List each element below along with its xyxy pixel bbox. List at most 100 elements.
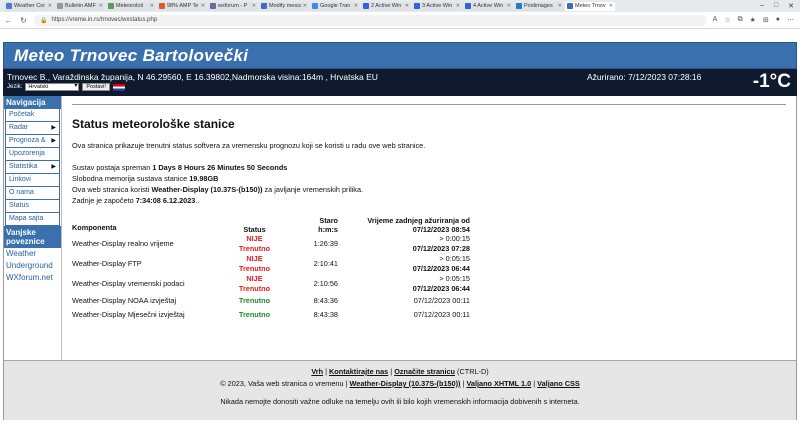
uptime-line: Sustav postaja spreman 1 Days 8 Hours 26…	[72, 163, 288, 172]
sidebar-item[interactable]: Status	[5, 200, 60, 213]
site-banner: Meteo Trnovec Bartolovečki	[3, 42, 797, 69]
component-last-update: > 0:00:15 07/12/2023 07:28	[412, 234, 470, 253]
favorite-star-icon[interactable]: ☆	[724, 16, 730, 24]
footer-wd-link[interactable]: Weather-Display (10.37S-(b150))	[350, 379, 461, 388]
lock-icon: 🔒	[40, 17, 48, 24]
footer-top-link[interactable]: Vrh	[311, 367, 323, 376]
reload-icon[interactable]: ↻	[19, 16, 28, 25]
page-title: Status meteorološke stanice	[72, 117, 235, 131]
tab-close-icon[interactable]: ✕	[201, 3, 205, 9]
browser-tab[interactable]: Meteorološ ✕	[106, 1, 156, 11]
sidebar-item-label: Linkovi	[9, 176, 31, 183]
sidebar-item[interactable]: Mapa sajta	[5, 213, 60, 226]
component-last-update: 07/12/2023 00:11	[413, 296, 470, 305]
tab-close-icon[interactable]: ✕	[99, 3, 103, 9]
read-aloud-icon[interactable]: A	[713, 16, 718, 24]
tab-close-icon[interactable]: ✕	[456, 3, 460, 9]
table-row: Weather-Display NOAA izvještaj Trenutno 8:…	[72, 294, 470, 308]
back-icon[interactable]: ←	[4, 16, 13, 25]
started-line: Zadnje je započeto 7:34:08 6.12.2023..	[72, 196, 200, 205]
croatia-flag-icon[interactable]	[112, 83, 125, 91]
favorites-icon[interactable]: ★	[750, 16, 756, 24]
external-links-heading: Vanjske poveznice	[4, 226, 61, 248]
window-controls: – □ ✕	[760, 2, 800, 10]
tab-close-icon[interactable]: ✕	[507, 3, 511, 9]
tab-close-icon[interactable]: ✕	[48, 3, 52, 9]
tab-close-icon[interactable]: ✕	[354, 3, 358, 9]
component-last-update: 07/12/2023 00:11	[413, 310, 470, 319]
browser-tab[interactable]: Bulletin AMF ✕	[55, 1, 105, 11]
sidebar-item-label: Statistika	[9, 163, 38, 170]
more-menu-icon[interactable]: ⋯	[787, 16, 794, 24]
language-select[interactable]: Hrvatski	[25, 83, 80, 91]
footer-xhtml-link[interactable]: Valjano XHTML 1.0	[466, 379, 531, 388]
profile-icon[interactable]: ●	[776, 16, 780, 24]
browser-tab[interactable]: Meteo Trnov ✕	[565, 1, 615, 11]
sidebar-item-label: Upozorenja	[9, 150, 45, 157]
component-age: 2:10:41	[313, 259, 338, 268]
browser-tab[interactable]: 98% AMP Te ✕	[157, 1, 207, 11]
component-name: Weather-Display vremenski podaci	[72, 279, 185, 288]
submenu-arrow-icon: ▶	[51, 164, 56, 170]
split-screen-icon[interactable]: ⧉	[738, 16, 743, 24]
memory-line: Slobodna memorija sustava stanice 19.98G…	[72, 174, 219, 183]
tab-close-icon[interactable]: ✕	[405, 3, 409, 9]
sidebar-item[interactable]: Upozorenja	[5, 148, 60, 161]
sidebar-item[interactable]: Prognoza & ▶	[5, 135, 60, 148]
sidebar-item[interactable]: Statistika ▶	[5, 161, 60, 174]
browser-tab[interactable]: 3 Active Win ✕	[412, 1, 462, 11]
tab-close-icon[interactable]: ✕	[303, 3, 307, 9]
minimize-icon[interactable]: –	[760, 2, 764, 10]
station-location: Trnovec B., Varaždinska županija, N 46.2…	[7, 72, 378, 82]
component-status: NIJE Trenutno	[238, 234, 271, 253]
sidebar-item-label: Prognoza &	[9, 137, 46, 144]
nav-list: Početak Radar ▶ Prognoza & ▶ Upozorenja Statis…	[4, 109, 61, 226]
footer-css-link[interactable]: Valjano CSS	[537, 379, 580, 388]
tab-close-icon[interactable]: ✕	[252, 3, 256, 9]
footer-bookmark-link[interactable]: Označite stranicu	[394, 367, 455, 376]
status-table-header: Komponenta Status Staro h:m:s Vrijeme zad…	[72, 216, 470, 234]
footer-contact-link[interactable]: Kontaktirajte nas	[329, 367, 388, 376]
site-container: Meteo Trnovec Bartolovečki Trnovec B., V…	[3, 42, 797, 420]
tab-label: 3 Active Win	[422, 3, 453, 9]
external-link[interactable]: Weather	[4, 248, 61, 260]
collections-icon[interactable]: ⊞	[763, 16, 769, 24]
submenu-arrow-icon: ▶	[51, 138, 56, 144]
tab-favicon-icon	[363, 3, 369, 9]
current-temperature: -1°C	[752, 71, 791, 92]
tab-label: Meteorološ	[116, 3, 144, 9]
browser-tab[interactable]: Modify messa ✕	[259, 1, 309, 11]
browser-tab[interactable]: 2 Active Win ✕	[361, 1, 411, 11]
site-title[interactable]: Meteo Trnovec Bartolovečki	[14, 46, 248, 66]
browser-tab[interactable]: wxforum - P ✕	[208, 1, 258, 11]
sidebar-item[interactable]: Radar ▶	[5, 122, 60, 135]
browser-tab[interactable]: Weather Cor ✕	[4, 1, 54, 11]
header-last-update: Vrijeme zadnjeg ažuriranja od 07/12/2023 …	[367, 216, 470, 234]
browser-tab[interactable]: Google Tran ✕	[310, 1, 360, 11]
external-links-list: Weather Underground WXforum.net	[4, 248, 61, 284]
component-status: Trenutno	[238, 310, 271, 319]
tab-close-icon[interactable]: ✕	[609, 3, 613, 9]
page-body: Navigacija Početak Radar ▶ Prognoza & ▶ Upozo…	[3, 96, 797, 360]
tab-label: 2 Active Win	[371, 3, 402, 9]
browser-tab[interactable]: 4 Active Win ✕	[463, 1, 513, 11]
sidebar-item[interactable]: O nama	[5, 187, 60, 200]
close-icon[interactable]: ✕	[788, 2, 794, 10]
component-status: NIJE Trenutno	[238, 254, 271, 273]
set-language-button[interactable]: Postavi!	[82, 83, 110, 91]
tab-favicon-icon	[414, 3, 420, 9]
maximize-icon[interactable]: □	[774, 2, 778, 10]
sidebar-item[interactable]: Linkovi	[5, 174, 60, 187]
tab-close-icon[interactable]: ✕	[150, 3, 154, 9]
url-field[interactable]: 🔒 https://vreme.in.rs/trnovec/wxstatus.p…	[34, 14, 707, 26]
component-name: Weather-Display FTP	[72, 259, 142, 268]
external-link[interactable]: Underground	[4, 260, 61, 272]
table-row: Weather-Display vremenski podaci NIJE Tren…	[72, 274, 470, 294]
tab-favicon-icon	[57, 3, 63, 9]
url-text: https://vreme.in.rs/trnovec/wxstatus.php	[51, 17, 158, 23]
browser-tab[interactable]: Postimages ✕	[514, 1, 564, 11]
sidebar-item[interactable]: Početak	[5, 109, 60, 122]
tab-favicon-icon	[516, 3, 522, 9]
external-link[interactable]: WXforum.net	[4, 272, 61, 284]
tab-close-icon[interactable]: ✕	[558, 3, 562, 9]
